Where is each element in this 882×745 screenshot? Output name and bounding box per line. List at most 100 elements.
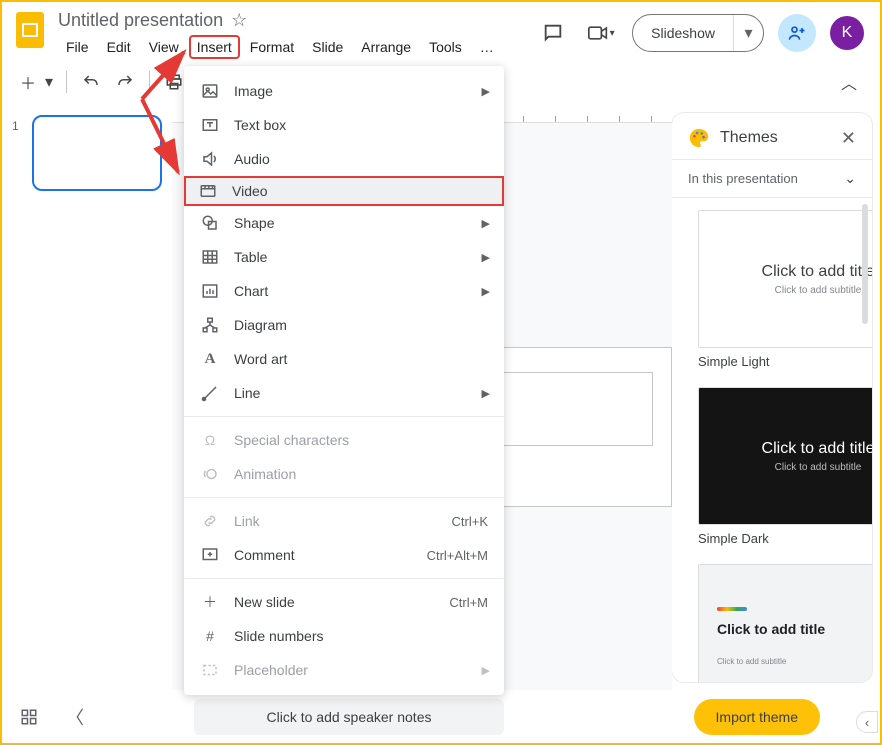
slide-number: 1 [12,115,24,680]
separator [149,71,150,93]
insert-new-slide[interactable]: ＋ New slide Ctrl+M [184,585,504,619]
slides-logo[interactable] [12,12,48,48]
account-avatar[interactable]: K [830,16,864,50]
submenu-arrow-icon: ▶ [482,217,490,230]
submenu-arrow-icon: ▶ [482,664,490,677]
menu-label: New slide [234,594,295,610]
menu-label: Table [234,249,267,265]
line-icon [200,383,220,403]
footer: 〈 Click to add speaker notes Import them… [2,691,880,743]
scrollbar[interactable] [862,204,868,324]
insert-comment[interactable]: Comment Ctrl+Alt+M [184,538,504,572]
insert-wordart[interactable]: A Word art [184,342,504,376]
menu-label: Image [234,83,273,99]
link-icon [200,511,220,531]
grid-view-icon[interactable] [20,708,38,726]
insert-video[interactable]: Video [184,176,504,206]
menu-more[interactable]: … [472,35,502,59]
insert-slide-numbers[interactable]: # Slide numbers [184,619,504,653]
comment-icon [200,545,220,565]
new-slide-dropdown[interactable]: ▾ [42,68,56,96]
themes-title: Themes [720,129,778,147]
insert-animation: Animation [184,457,504,491]
chevron-down-icon[interactable]: ⌄ [844,170,856,187]
menubar: File Edit View Insert Format Slide Arran… [58,33,502,59]
diagram-icon [200,315,220,335]
menu-tools[interactable]: Tools [421,35,470,59]
image-icon [200,81,220,101]
theme-label: Simple Dark [698,531,852,546]
insert-image[interactable]: Image ▶ [184,74,504,108]
shape-icon [200,213,220,233]
separator [184,416,504,417]
menu-label: Slide numbers [234,628,324,644]
menu-insert[interactable]: Insert [189,35,240,59]
import-theme-button[interactable]: Import theme [694,699,820,735]
insert-chart[interactable]: Chart ▶ [184,274,504,308]
chart-icon [200,281,220,301]
menu-format[interactable]: Format [242,35,302,59]
menu-label: Placeholder [234,662,308,678]
insert-textbox[interactable]: Text box [184,108,504,142]
theme-subtitle-text: Click to add subtitle [717,657,786,666]
theme-simple-dark[interactable]: Click to add title Click to add subtitle [698,387,872,525]
undo-button[interactable] [77,68,105,96]
share-button[interactable] [778,14,816,52]
menu-slide[interactable]: Slide [304,35,351,59]
shortcut: Ctrl+K [452,514,488,529]
shortcut: Ctrl+Alt+M [427,548,488,563]
plus-icon: ＋ [200,592,220,612]
filmstrip: 1 [2,105,172,690]
header: Untitled presentation ☆ File Edit View I… [2,2,880,59]
theme-card-3[interactable]: Click to add title Click to add subtitle [698,564,872,682]
separator [66,71,67,93]
comments-icon[interactable] [536,16,570,50]
speaker-notes-input[interactable]: Click to add speaker notes [194,699,504,735]
table-icon [200,247,220,267]
separator [184,497,504,498]
menu-view[interactable]: View [141,35,187,59]
menu-file[interactable]: File [58,35,97,59]
theme-subtitle-text: Click to add subtitle [775,285,862,296]
themes-panel: Themes ✕ In this presentation ⌄ Click to… [672,113,872,682]
show-sidepanel-icon[interactable]: ‹ [856,711,878,733]
themes-subtitle: In this presentation [688,171,798,186]
insert-line[interactable]: Line ▶ [184,376,504,410]
submenu-arrow-icon: ▶ [482,285,490,298]
theme-title-text: Click to add title [762,263,872,281]
menu-label: Animation [234,466,296,482]
submenu-arrow-icon: ▶ [482,251,490,264]
menu-arrange[interactable]: Arrange [353,35,419,59]
insert-placeholder: Placeholder ▶ [184,653,504,687]
slide-thumbnail[interactable] [32,115,162,191]
animation-icon [200,464,220,484]
insert-audio[interactable]: Audio [184,142,504,176]
submenu-arrow-icon: ▶ [482,85,490,98]
slideshow-dropdown[interactable]: ▾ [733,15,763,51]
redo-button[interactable] [111,68,139,96]
video-icon [198,181,218,201]
star-icon[interactable]: ☆ [231,10,247,31]
theme-title-text: Click to add title [717,621,825,637]
insert-diagram[interactable]: Diagram [184,308,504,342]
slideshow-button[interactable]: Slideshow [633,15,733,51]
omega-icon: Ω [200,430,220,450]
insert-shape[interactable]: Shape ▶ [184,206,504,240]
insert-special-characters: Ω Special characters [184,423,504,457]
close-icon[interactable]: ✕ [841,128,856,149]
menu-label: Link [234,513,260,529]
menu-label: Diagram [234,317,287,333]
meet-icon[interactable]: ▾ [584,16,618,50]
insert-link: Link Ctrl+K [184,504,504,538]
theme-label: Simple Light [698,354,852,369]
menu-label: Special characters [234,432,349,448]
menu-edit[interactable]: Edit [99,35,139,59]
collapse-toolbar-button[interactable]: ︿ [834,67,864,97]
doc-title[interactable]: Untitled presentation [58,10,223,31]
chevron-left-icon[interactable]: 〈 [66,704,84,730]
menu-label: Comment [234,547,295,563]
insert-table[interactable]: Table ▶ [184,240,504,274]
menu-label: Video [232,183,268,199]
new-slide-button[interactable]: ＋ [14,68,42,96]
theme-simple-light[interactable]: Click to add title Click to add subtitle [698,210,872,348]
